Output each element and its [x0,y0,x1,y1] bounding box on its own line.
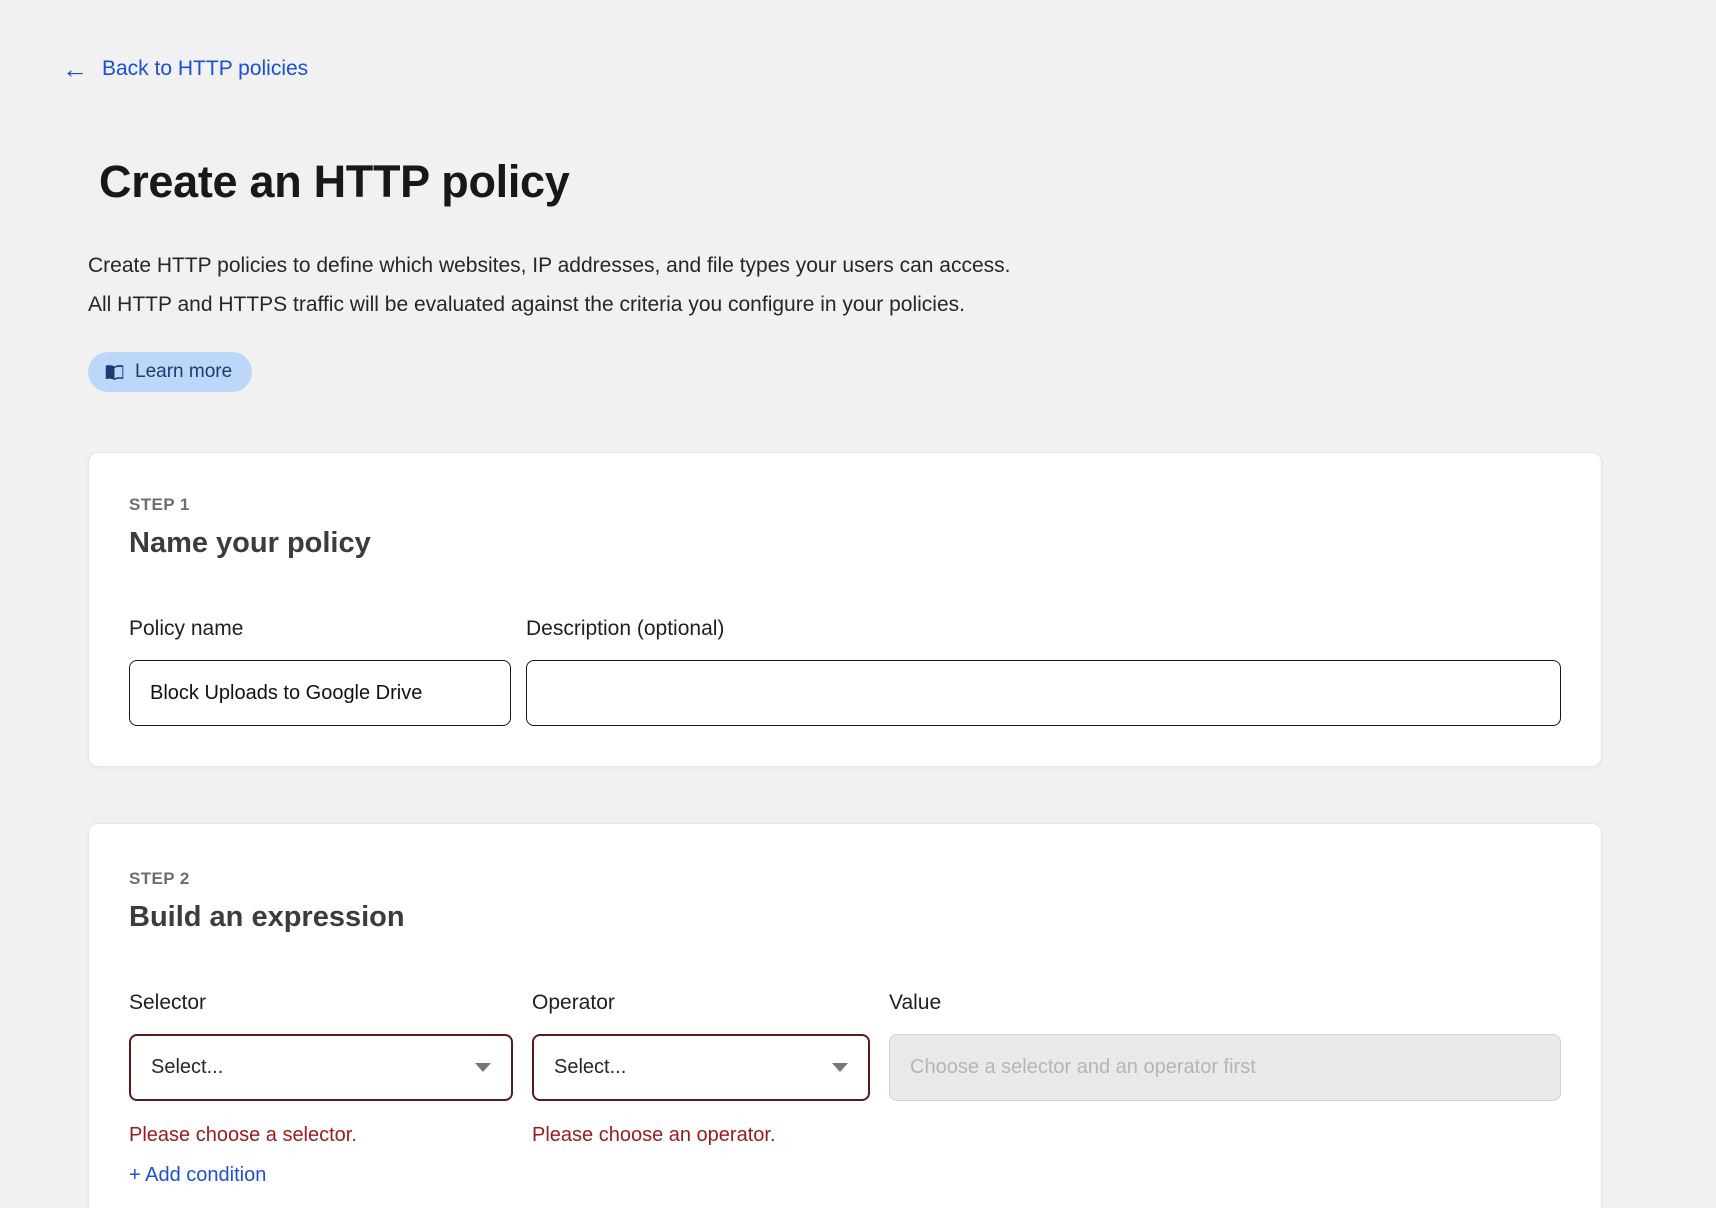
back-to-http-policies-link[interactable]: ← Back to HTTP policies [62,56,308,82]
chevron-down-icon [475,1063,491,1072]
page-description: Create HTTP policies to define which web… [88,246,1011,324]
selector-dropdown[interactable]: Select... [129,1034,513,1101]
page-title: Create an HTTP policy [99,156,570,208]
operator-dropdown-value: Select... [554,1056,626,1079]
learn-more-label: Learn more [135,361,232,383]
step2-label: STEP 2 [129,869,1561,889]
create-http-policy-page: ← Back to HTTP policies Create an HTTP p… [0,0,1716,1208]
operator-field-group: Operator Select... Please choose an oper… [532,990,870,1187]
selector-label: Selector [129,990,513,1016]
book-icon [104,362,125,383]
step1-form-row: Policy name Description (optional) [129,616,1561,726]
value-label: Value [889,990,1561,1016]
value-field-group: Value [889,990,1561,1187]
step2-card: STEP 2 Build an expression Selector Sele… [88,823,1602,1208]
description-input[interactable] [526,660,1561,726]
expression-row: Selector Select... Please choose a selec… [129,990,1561,1187]
page-description-line1: Create HTTP policies to define which web… [88,246,1011,285]
back-arrow-icon: ← [62,56,88,82]
back-link-label: Back to HTTP policies [102,57,308,81]
selector-dropdown-value: Select... [151,1056,223,1079]
description-field-group: Description (optional) [526,616,1561,726]
operator-error-message: Please choose an operator. [532,1123,870,1147]
value-input[interactable] [889,1034,1561,1101]
page-description-line2: All HTTP and HTTPS traffic will be evalu… [88,285,1011,324]
selector-field-group: Selector Select... Please choose a selec… [129,990,513,1187]
selector-error-message: Please choose a selector. [129,1123,513,1147]
description-label: Description (optional) [526,616,1561,642]
step2-title: Build an expression [129,901,1561,934]
policy-name-input[interactable] [129,660,511,726]
chevron-down-icon [832,1063,848,1072]
add-condition-link[interactable]: + Add condition [129,1164,266,1187]
step1-label: STEP 1 [129,495,1561,515]
step1-title: Name your policy [129,527,1561,560]
operator-label: Operator [532,990,870,1016]
step1-card: STEP 1 Name your policy Policy name Desc… [88,452,1602,767]
policy-name-label: Policy name [129,616,511,642]
learn-more-button[interactable]: Learn more [88,352,252,392]
policy-name-field-group: Policy name [129,616,511,726]
operator-dropdown[interactable]: Select... [532,1034,870,1101]
